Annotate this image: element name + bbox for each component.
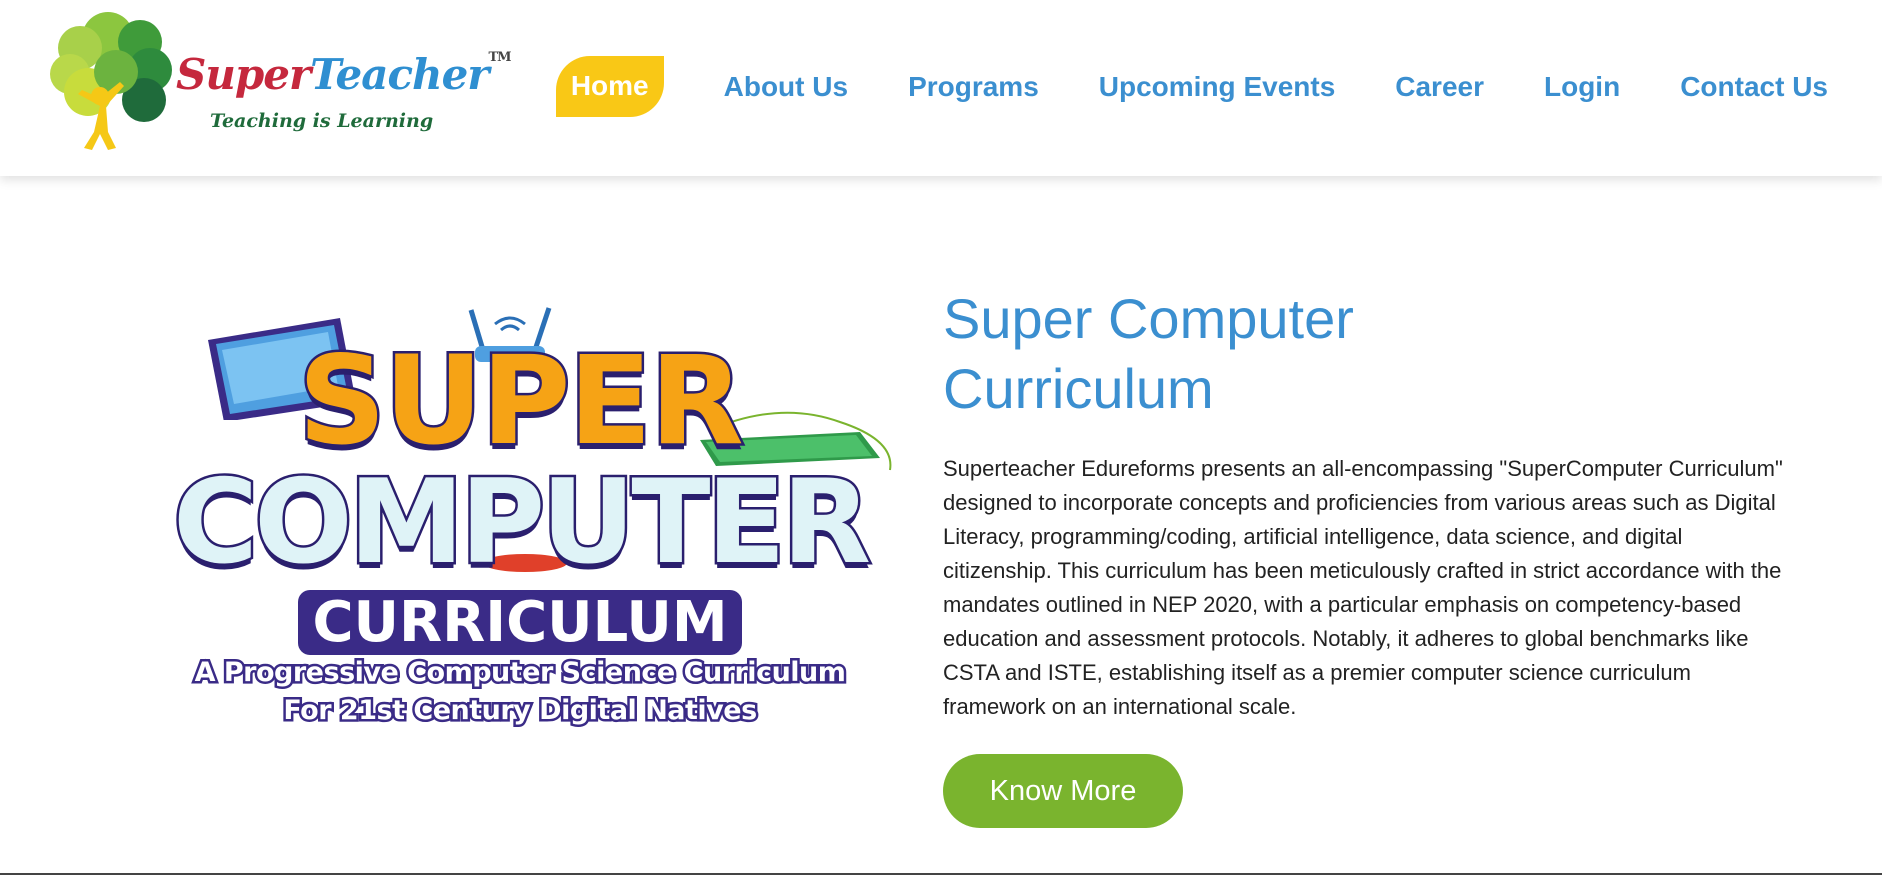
tree-logo-icon <box>50 12 172 150</box>
brand-tagline: Teaching is Learning <box>210 110 434 132</box>
banner-title-curriculum: CURRICULUM <box>160 590 880 655</box>
banner-title-computer: COMPUTER <box>170 453 873 593</box>
know-more-button[interactable]: Know More <box>943 754 1183 828</box>
brand-wordmark: SuperTeacherTM <box>176 50 512 99</box>
banner-title-curriculum-text: CURRICULUM <box>298 590 742 655</box>
nav-contact-us[interactable]: Contact Us <box>1680 71 1828 103</box>
hero-title-line1: Super Computer <box>943 287 1354 350</box>
banner-title-super: SUPER <box>296 328 747 475</box>
nav-upcoming-events[interactable]: Upcoming Events <box>1099 71 1335 103</box>
curriculum-banner-image: SUPER COMPUTER CURRICULUM A Progressive … <box>160 300 910 740</box>
nav-career[interactable]: Career <box>1395 71 1484 103</box>
brand-name-part1: Super <box>176 50 311 99</box>
brand-logo[interactable]: SuperTeacherTM Teaching is Learning <box>48 10 512 160</box>
hero-title: Super Computer Curriculum <box>943 284 1643 424</box>
nav-about-us[interactable]: About Us <box>724 71 848 103</box>
main-nav: Home About Us Programs Upcoming Events C… <box>555 56 1828 117</box>
hero-description: Superteacher Edureforms presents an all-… <box>943 456 1783 719</box>
nav-home[interactable]: Home <box>555 56 664 117</box>
site-header: SuperTeacherTM Teaching is Learning Home… <box>0 0 1882 176</box>
brand-name-part2: Teacher <box>310 50 489 99</box>
hero-title-line2: Curriculum <box>943 357 1214 420</box>
banner-subtitle-line2: For 21st Century Digital Natives <box>281 693 760 729</box>
nav-login[interactable]: Login <box>1544 71 1620 103</box>
trademark-symbol: TM <box>488 50 511 65</box>
nav-programs[interactable]: Programs <box>908 71 1039 103</box>
banner-subtitle-line1: A Progressive Computer Science Curriculu… <box>192 655 848 691</box>
